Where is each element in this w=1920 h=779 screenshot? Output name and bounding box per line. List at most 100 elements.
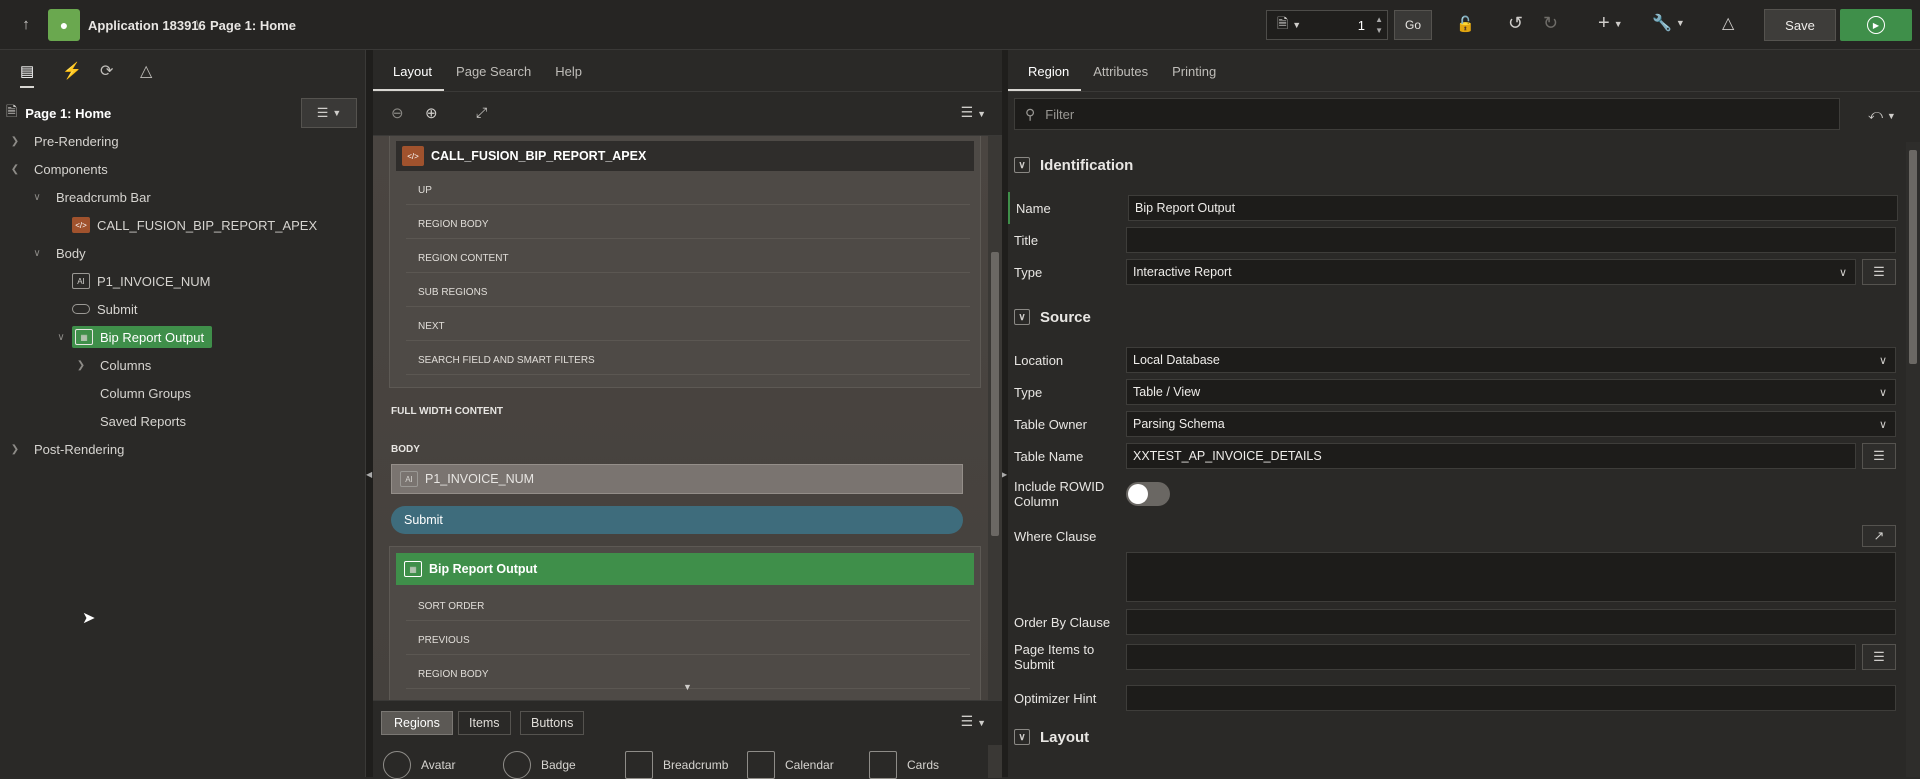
up-arrow-icon[interactable]: ↑: [16, 14, 36, 34]
slot-sort-order[interactable]: SORT ORDER: [406, 593, 970, 621]
collapse-icon[interactable]: ∨: [1014, 309, 1030, 325]
page-name[interactable]: Page 1: Home: [210, 18, 296, 33]
chevron-down-icon[interactable]: ∨: [30, 192, 44, 203]
gallery-item-avatar[interactable]: Avatar: [383, 751, 455, 779]
slot-search-field[interactable]: SEARCH FIELD AND SMART FILTERS: [406, 347, 970, 375]
where-clause-textarea[interactable]: [1126, 552, 1896, 602]
page-items-input[interactable]: [1126, 644, 1856, 670]
tab-layout[interactable]: Layout: [373, 64, 445, 91]
left-splitter[interactable]: [366, 50, 373, 777]
gallery-scrollbar[interactable]: [988, 745, 1002, 778]
layout-menu-icon[interactable]: ☰ ▼: [961, 104, 986, 121]
tree-body[interactable]: ∨ Body: [30, 240, 85, 266]
source-type-select[interactable]: Table / View ∨: [1126, 379, 1896, 405]
list-icon[interactable]: ☰: [1862, 443, 1896, 469]
tree-bip-report-output[interactable]: ∨ ▦ Bip Report Output: [54, 324, 213, 350]
layout-p1-item[interactable]: AI P1_INVOICE_NUM: [391, 464, 963, 494]
layout-submit-button[interactable]: Submit: [391, 506, 963, 534]
gallery-tab-buttons[interactable]: Buttons: [520, 711, 585, 735]
expand-icon[interactable]: ⤢: [476, 104, 487, 121]
region-bip-report[interactable]: ▦ Bip Report Output SORT ORDER PREVIOUS …: [389, 546, 981, 700]
run-button[interactable]: ▶: [1840, 9, 1912, 41]
rendering-tab-icon[interactable]: ▤: [20, 62, 35, 88]
rowid-toggle[interactable]: [1126, 482, 1170, 506]
tab-page-search[interactable]: Page Search: [444, 64, 543, 91]
tree-pre-rendering[interactable]: ❯ Pre-Rendering: [8, 128, 119, 154]
processing-tab-icon[interactable]: ⟳: [100, 61, 113, 81]
filter-input[interactable]: ⚲ Filter: [1014, 98, 1840, 130]
go-button[interactable]: Go: [1394, 10, 1432, 40]
section-identification[interactable]: ∨ Identification: [1014, 150, 1133, 180]
stepper-icon[interactable]: ▲ ▼: [1375, 14, 1383, 36]
title-input[interactable]: [1126, 227, 1896, 253]
shared-components-icon[interactable]: △: [1722, 13, 1734, 33]
collapse-icon[interactable]: ∨: [1014, 729, 1030, 745]
tab-region[interactable]: Region: [1008, 64, 1082, 91]
tree-column-groups-node[interactable]: Column Groups: [100, 380, 191, 406]
zoom-in-icon[interactable]: ⊕: [425, 104, 438, 122]
tree-components[interactable]: ❮ Components: [8, 156, 108, 182]
optimizer-hint-input[interactable]: [1126, 685, 1896, 711]
gallery-menu-icon[interactable]: ☰ ▼: [961, 713, 986, 730]
tree-p1-invoice[interactable]: AI P1_INVOICE_NUM: [72, 268, 210, 294]
app-name[interactable]: Application 183916: [88, 18, 206, 33]
slot-region-content[interactable]: REGION CONTENT: [406, 245, 970, 273]
expand-editor-icon[interactable]: ↗: [1862, 525, 1896, 547]
tree-saved-reports-node[interactable]: Saved Reports: [100, 408, 186, 434]
page-selector[interactable]: 🗎 ▼ 1 ▲ ▼: [1266, 10, 1388, 40]
gallery-item-badge[interactable]: Badge: [503, 751, 576, 779]
location-select[interactable]: Local Database ∨: [1126, 347, 1896, 373]
scrollbar-thumb[interactable]: [991, 252, 999, 536]
create-icon[interactable]: + ▼: [1598, 12, 1623, 35]
tree-call-fusion[interactable]: </> CALL_FUSION_BIP_REPORT_APEX: [72, 212, 317, 238]
chevron-right-icon[interactable]: ❯: [8, 136, 22, 147]
tab-help[interactable]: Help: [543, 64, 594, 91]
region-header[interactable]: </> CALL_FUSION_BIP_REPORT_APEX: [396, 141, 974, 171]
gallery-item-cards[interactable]: Cards: [869, 751, 939, 779]
tree-columns-node[interactable]: ❯ Columns: [74, 352, 152, 378]
full-width-content-label[interactable]: FULL WIDTH CONTENT: [391, 406, 503, 417]
name-input[interactable]: Bip Report Output: [1128, 195, 1898, 221]
shared-components-tab-icon[interactable]: △: [140, 61, 152, 81]
scroll-down-icon[interactable]: ▼: [683, 682, 692, 692]
order-by-input[interactable]: [1126, 609, 1896, 635]
dynamic-actions-tab-icon[interactable]: ⚡: [62, 61, 82, 81]
canvas-scrollbar[interactable]: [988, 136, 1002, 700]
slot-previous[interactable]: PREVIOUS: [406, 627, 970, 655]
tree-post-rendering[interactable]: ❯ Post-Rendering: [8, 436, 125, 462]
slot-up[interactable]: UP: [406, 177, 970, 205]
chevron-down-icon[interactable]: ∨: [30, 248, 44, 259]
bip-region-header[interactable]: ▦ Bip Report Output: [396, 553, 974, 585]
save-button[interactable]: Save: [1764, 9, 1836, 41]
tab-printing[interactable]: Printing: [1160, 64, 1228, 91]
utilities-icon[interactable]: 🔧 ▼: [1652, 13, 1685, 33]
chevron-down-icon[interactable]: ❮: [8, 164, 22, 175]
tree-page-root[interactable]: 🗎 Page 1: Home: [6, 100, 111, 126]
scrollbar-thumb[interactable]: [1909, 150, 1917, 364]
tree-breadcrumb-bar[interactable]: ∨ Breadcrumb Bar: [30, 184, 150, 210]
gallery-tab-items[interactable]: Items: [458, 711, 511, 735]
property-scrollbar[interactable]: [1906, 142, 1920, 777]
section-layout[interactable]: ∨ Layout: [1014, 722, 1089, 752]
type-select[interactable]: Interactive Report ∨: [1126, 259, 1856, 285]
tree-submit[interactable]: Submit: [72, 296, 137, 322]
list-icon[interactable]: ☰: [1862, 259, 1896, 285]
table-owner-select[interactable]: Parsing Schema ∨: [1126, 411, 1896, 437]
go-to-group-icon[interactable]: ⤺ ▼: [1868, 106, 1896, 123]
gallery-item-breadcrumb[interactable]: Breadcrumb: [625, 751, 728, 779]
redo-icon[interactable]: ↻: [1543, 13, 1558, 34]
chevron-right-icon[interactable]: ❯: [74, 360, 88, 371]
undo-icon[interactable]: ↺: [1508, 13, 1523, 34]
tab-attributes[interactable]: Attributes: [1081, 64, 1160, 91]
app-icon[interactable]: ●: [48, 9, 80, 41]
slot-next[interactable]: NEXT: [406, 313, 970, 341]
slot-region-body[interactable]: REGION BODY: [406, 211, 970, 239]
zoom-out-icon[interactable]: ⊖: [391, 104, 404, 122]
slot-sub-regions[interactable]: SUB REGIONS: [406, 279, 970, 307]
table-name-input[interactable]: XXTEST_AP_INVOICE_DETAILS: [1126, 443, 1856, 469]
chevron-right-icon[interactable]: ❯: [8, 444, 22, 455]
page-number-input[interactable]: 1: [1358, 18, 1365, 33]
lock-icon[interactable]: 🔓: [1456, 15, 1475, 33]
collapse-icon[interactable]: ∨: [1014, 157, 1030, 173]
region-call-fusion[interactable]: </> CALL_FUSION_BIP_REPORT_APEX UP REGIO…: [389, 136, 981, 388]
